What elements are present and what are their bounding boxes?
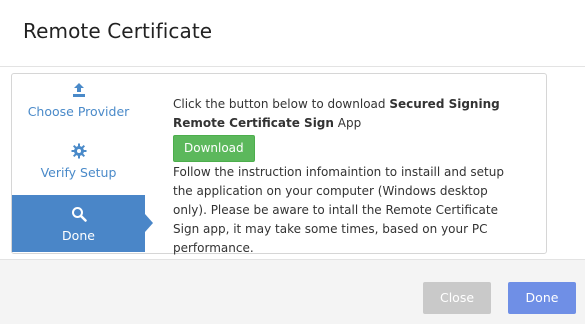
close-button[interactable]: Close xyxy=(423,282,491,314)
search-icon xyxy=(71,206,87,222)
intro-text: Click the button below to download xyxy=(173,97,390,111)
dialog-body: Choose Provider Verify Setup Done Click … xyxy=(0,67,585,260)
product-name: Secured Signing xyxy=(389,97,500,111)
download-intro: Click the button below to download Secur… xyxy=(173,95,513,133)
step-label: Verify Setup xyxy=(40,165,117,180)
step-content: Click the button below to download Secur… xyxy=(173,95,513,258)
dialog-title: Remote Certificate xyxy=(23,19,213,43)
step-label: Choose Provider xyxy=(27,104,130,119)
done-button[interactable]: Done xyxy=(508,282,576,314)
dialog-header: Remote Certificate xyxy=(0,0,585,67)
wizard-steps: Choose Provider Verify Setup Done xyxy=(12,74,153,253)
active-step-arrow xyxy=(145,214,153,232)
app-suffix: App xyxy=(333,116,362,130)
app-name: Remote Certificate Sign xyxy=(173,116,334,130)
step-verify-setup[interactable]: Verify Setup xyxy=(12,143,145,193)
step-done[interactable]: Done xyxy=(12,195,153,252)
download-button[interactable]: Download xyxy=(173,135,255,162)
step-label: Done xyxy=(62,228,95,243)
wizard-panel: Choose Provider Verify Setup Done Click … xyxy=(11,73,547,255)
install-instructions: Follow the instruction infomaintion to i… xyxy=(173,165,504,255)
upload-icon xyxy=(71,82,87,98)
step-choose-provider[interactable]: Choose Provider xyxy=(12,82,145,132)
gear-icon xyxy=(71,143,87,159)
